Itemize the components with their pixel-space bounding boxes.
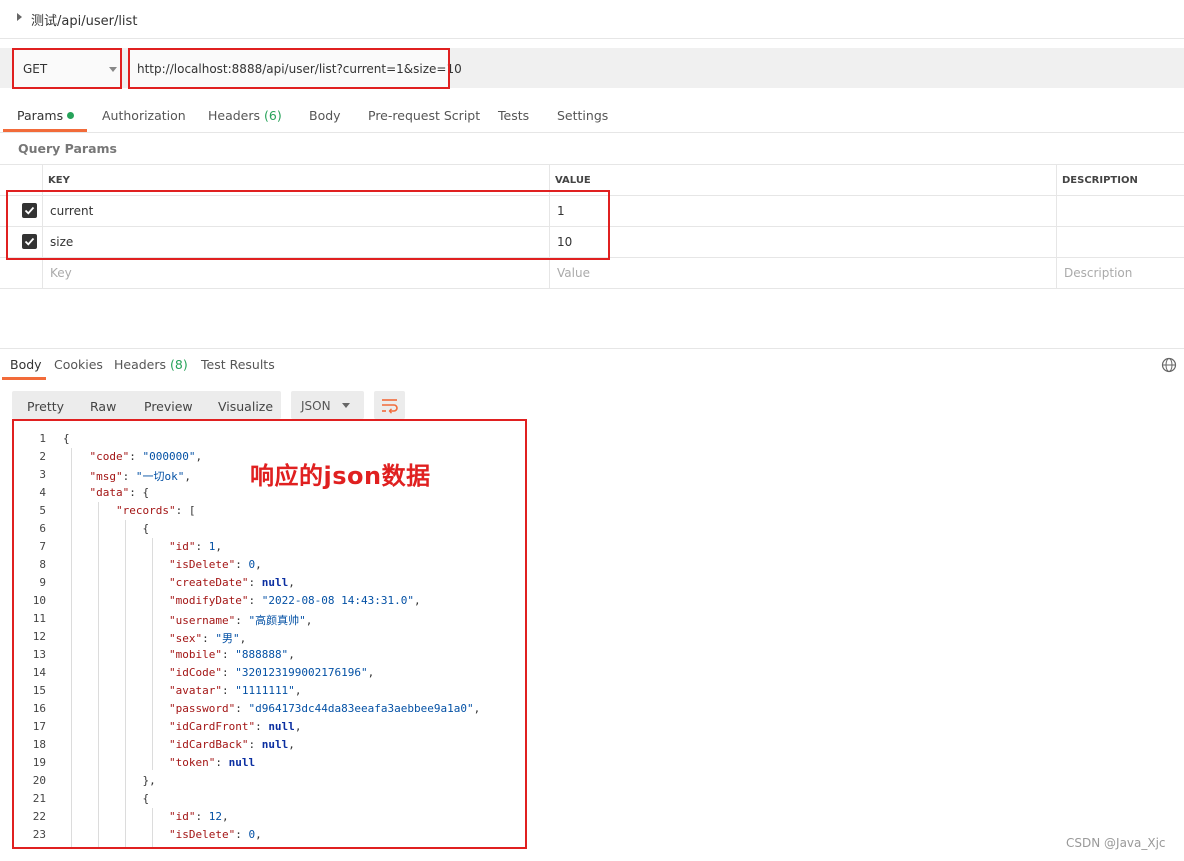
globe-icon[interactable] <box>1161 357 1177 376</box>
params-active-dot-icon <box>67 112 75 119</box>
column-header-description: DESCRIPTION <box>1062 175 1138 186</box>
new-param-key-input[interactable]: Key <box>50 266 72 280</box>
response-tab-body[interactable]: Body <box>10 357 42 372</box>
tab-body[interactable]: Body <box>309 108 341 123</box>
tab-params[interactable]: Params <box>17 108 75 123</box>
highlight-box-params <box>6 190 610 260</box>
response-tab-headers[interactable]: Headers (8) <box>114 357 188 372</box>
response-tab-cookies[interactable]: Cookies <box>54 357 103 372</box>
new-param-description-input[interactable]: Description <box>1064 266 1132 280</box>
view-raw-button[interactable]: Raw <box>90 399 116 414</box>
collapse-caret-icon[interactable] <box>17 13 22 21</box>
tab-headers[interactable]: Headers (6) <box>208 108 282 123</box>
annotation-label: 响应的json数据 <box>250 462 431 490</box>
divider <box>0 348 1184 349</box>
divider <box>0 132 1184 133</box>
active-tab-underline <box>2 377 46 380</box>
format-value: JSON <box>301 399 331 413</box>
watermark: CSDN @Java_Xjc <box>1066 836 1166 850</box>
tab-settings[interactable]: Settings <box>557 108 608 123</box>
tab-authorization[interactable]: Authorization <box>102 108 186 123</box>
table-border <box>0 164 1184 165</box>
wrap-lines-button[interactable] <box>374 391 405 419</box>
response-tab-test-results[interactable]: Test Results <box>201 357 275 372</box>
query-params-title: Query Params <box>18 141 117 156</box>
request-title: 测试/api/user/list <box>31 14 138 29</box>
view-pretty-button[interactable]: Pretty <box>27 399 64 414</box>
format-select[interactable]: JSON <box>291 391 364 419</box>
chevron-down-icon <box>342 403 350 408</box>
column-header-key: KEY <box>48 175 70 186</box>
new-param-value-input[interactable]: Value <box>557 266 590 280</box>
tab-tests[interactable]: Tests <box>498 108 529 123</box>
column-divider <box>1056 164 1057 288</box>
view-preview-button[interactable]: Preview <box>144 399 193 414</box>
column-header-value: VALUE <box>555 175 591 186</box>
highlight-box-method <box>12 48 122 89</box>
request-title-bar[interactable]: 测试/api/user/list <box>0 0 1184 38</box>
view-visualize-button[interactable]: Visualize <box>218 399 273 414</box>
divider <box>0 38 1184 39</box>
tab-pre-request-script[interactable]: Pre-request Script <box>368 108 480 123</box>
table-border <box>0 288 1184 289</box>
wrap-lines-icon <box>382 399 398 414</box>
highlight-box-url <box>128 48 450 89</box>
